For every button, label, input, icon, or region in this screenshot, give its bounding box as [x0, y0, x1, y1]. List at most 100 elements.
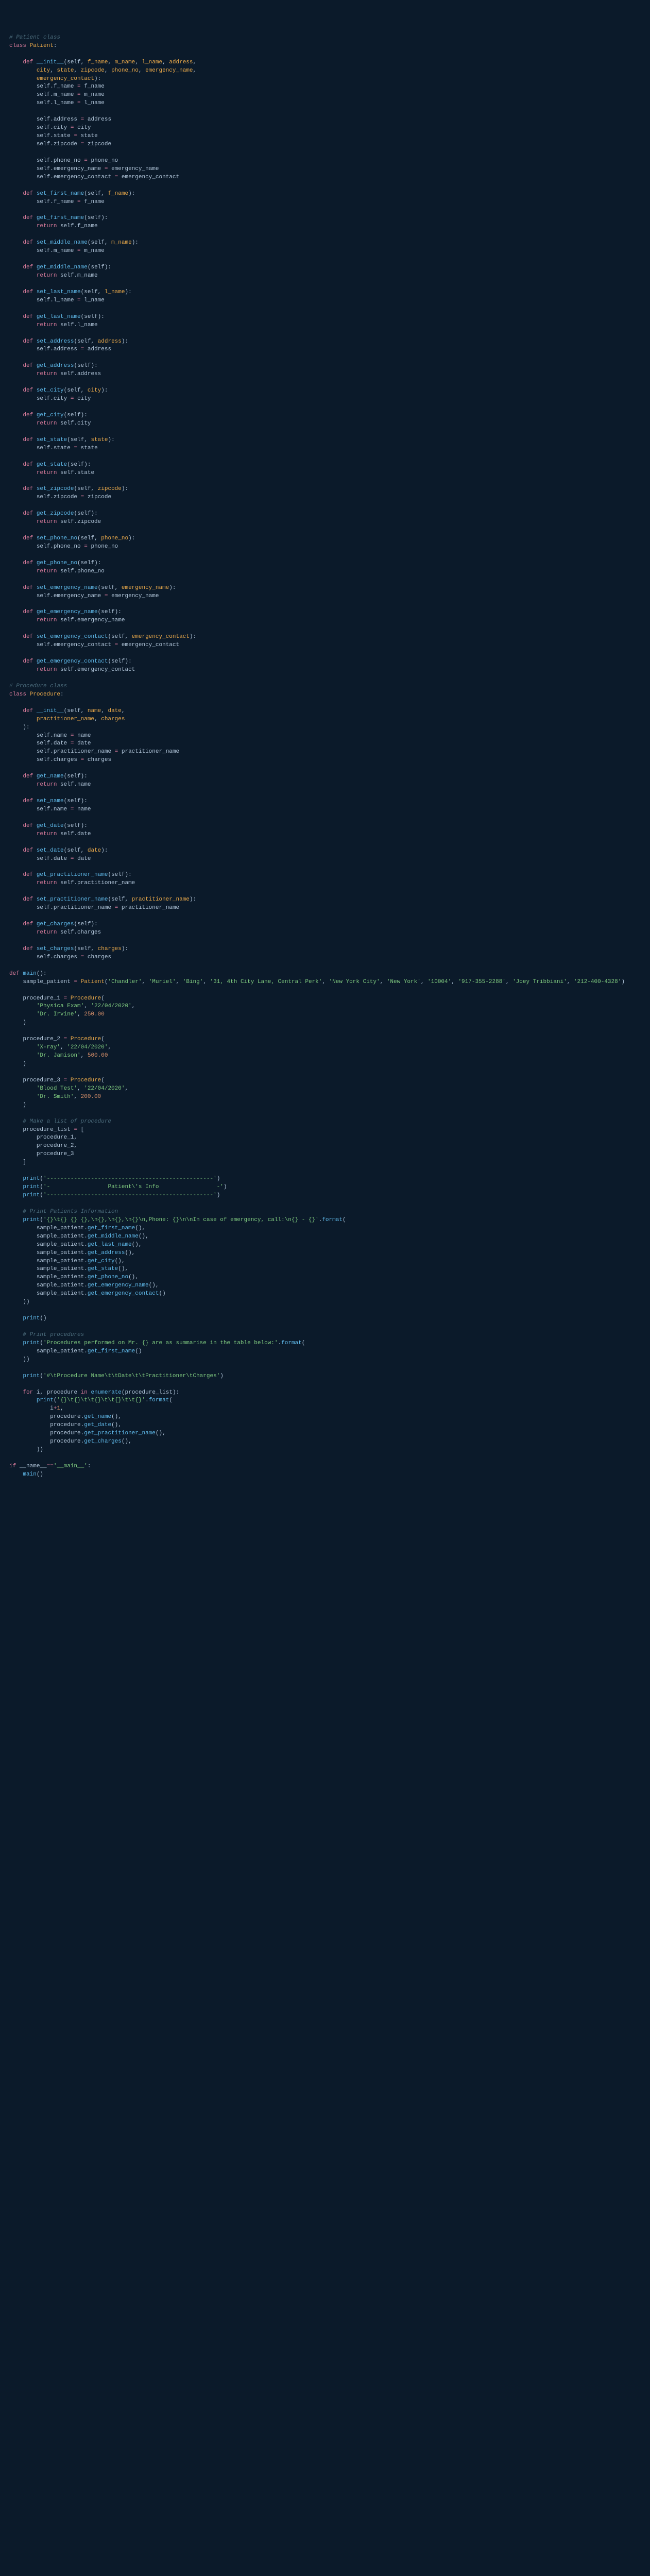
- var: sample_patient: [37, 1348, 84, 1354]
- keyword-return: return: [37, 223, 57, 229]
- prop: charges: [54, 954, 77, 960]
- method-name: get_first_name: [88, 1225, 135, 1231]
- keyword-def: def: [23, 191, 33, 197]
- string: '- Patient\'s Info -': [43, 1184, 224, 1190]
- var: address: [88, 116, 111, 123]
- keyword-class: class: [9, 43, 26, 49]
- var: sample_patient: [37, 1274, 84, 1280]
- keyword-def: def: [23, 289, 33, 295]
- self: self: [60, 667, 74, 673]
- class-name: Patient: [30, 43, 54, 49]
- class-name: Procedure: [71, 1036, 101, 1042]
- var: city: [77, 125, 91, 131]
- var: f_name: [84, 83, 105, 90]
- comment: # Print procedures: [23, 1332, 84, 1338]
- prop: city: [54, 396, 67, 402]
- prop: f_name: [77, 223, 98, 229]
- self: self: [37, 174, 50, 180]
- self: self: [60, 371, 74, 377]
- var: practitioner_name: [122, 749, 179, 755]
- method-name: get_phone_no: [88, 1274, 128, 1280]
- method-name: set_emergency_name: [37, 585, 98, 591]
- method-name: set_middle_name: [37, 240, 88, 246]
- var: sample_patient: [37, 1225, 84, 1231]
- param: name: [88, 708, 101, 714]
- method-name: get_middle_name: [88, 1233, 139, 1240]
- var: zipcode: [88, 141, 111, 147]
- keyword-def: def: [23, 848, 33, 854]
- param: self: [67, 848, 80, 854]
- self: self: [60, 831, 74, 837]
- self: self: [37, 806, 50, 812]
- method-name: set_city: [37, 387, 64, 394]
- self: self: [37, 757, 50, 763]
- keyword-return: return: [37, 519, 57, 525]
- var: date: [77, 740, 91, 747]
- param: emergency_contact: [37, 76, 94, 82]
- keyword-def: def: [23, 240, 33, 246]
- method-name: get_first_name: [88, 1348, 135, 1354]
- method-name: set_first_name: [37, 191, 84, 197]
- self: self: [60, 273, 74, 279]
- prop: date: [54, 740, 67, 747]
- var: sample_patient: [37, 1282, 84, 1289]
- keyword-def: def: [23, 609, 33, 615]
- self: self: [60, 322, 74, 328]
- param: f_name: [108, 191, 128, 197]
- self: self: [37, 346, 50, 352]
- prop: charges: [77, 929, 101, 936]
- var: emergency_name: [111, 166, 159, 172]
- self: self: [37, 544, 50, 550]
- prop: date: [54, 856, 67, 862]
- var: sample_patient: [37, 1258, 84, 1264]
- keyword-return: return: [37, 470, 57, 476]
- method-name: format: [149, 1397, 169, 1403]
- prop: name: [54, 806, 67, 812]
- method-name: format: [322, 1217, 343, 1223]
- method-name: get_zipcode: [37, 511, 74, 517]
- var: procedure: [47, 1389, 77, 1396]
- param: date: [88, 848, 101, 854]
- method-name: set_emergency_contact: [37, 634, 108, 640]
- var: sample_patient: [23, 979, 70, 985]
- keyword-def: def: [23, 585, 33, 591]
- self: self: [37, 733, 50, 739]
- param: city: [37, 67, 50, 74]
- param: charges: [98, 946, 122, 952]
- self: self: [60, 223, 74, 229]
- builtin: print: [23, 1176, 40, 1182]
- string: 'Joey Tribbiani': [512, 979, 567, 985]
- method-name: get_middle_name: [37, 264, 88, 270]
- string: 'Physica Exam': [37, 1003, 84, 1009]
- method-name: set_zipcode: [37, 486, 74, 492]
- method-name: set_charges: [37, 946, 74, 952]
- self: self: [37, 445, 50, 451]
- var: emergency_contact: [122, 642, 179, 648]
- method-name: set_date: [37, 848, 64, 854]
- method-name: get_date: [37, 823, 64, 829]
- self: self: [60, 880, 74, 886]
- prop: m_name: [54, 248, 74, 254]
- self: self: [37, 905, 50, 911]
- string: '10004': [427, 979, 451, 985]
- method-name: get_emergency_contact: [88, 1291, 159, 1297]
- prop: l_name: [54, 297, 74, 303]
- string: '__main__': [54, 1463, 88, 1469]
- self: self: [60, 568, 74, 574]
- var: i: [50, 1405, 54, 1412]
- param: self: [111, 634, 125, 640]
- var: name: [77, 806, 91, 812]
- keyword-return: return: [37, 371, 57, 377]
- param: self: [101, 585, 114, 591]
- param: address: [169, 59, 193, 65]
- self: self: [37, 297, 50, 303]
- param: self: [67, 59, 80, 65]
- prop: city: [54, 125, 67, 131]
- keyword-def: def: [23, 412, 33, 418]
- var: procedure_list: [23, 1127, 70, 1133]
- self: self: [37, 740, 50, 747]
- var: charges: [88, 954, 111, 960]
- builtin: enumerate: [91, 1389, 121, 1396]
- var: procedure: [50, 1430, 80, 1436]
- method-name: get_state: [37, 462, 67, 468]
